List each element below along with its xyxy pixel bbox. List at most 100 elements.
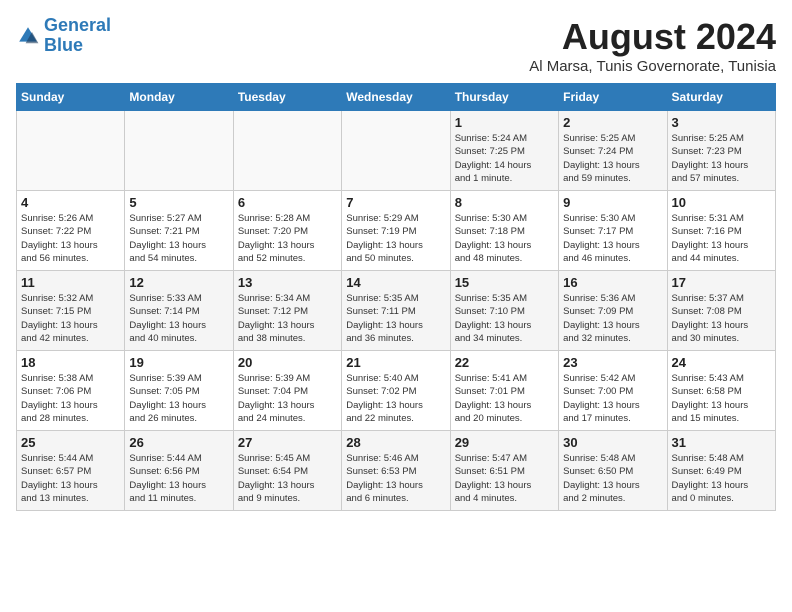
location-subtitle: Al Marsa, Tunis Governorate, Tunisia bbox=[529, 58, 776, 75]
logo-line2: Blue bbox=[44, 35, 83, 55]
calendar-table: SundayMondayTuesdayWednesdayThursdayFrid… bbox=[16, 83, 776, 511]
weekday-header-sunday: Sunday bbox=[17, 84, 125, 111]
day-number: 22 bbox=[455, 355, 554, 370]
title-block: August 2024 Al Marsa, Tunis Governorate,… bbox=[529, 16, 776, 75]
day-number: 12 bbox=[129, 275, 228, 290]
calendar-cell: 3Sunrise: 5:25 AM Sunset: 7:23 PM Daylig… bbox=[667, 111, 775, 191]
calendar-cell: 6 Sunrise: 5:28 AM Sunset: 7:20 PM Daylig… bbox=[233, 191, 341, 271]
day-info: Sunrise: 5:43 AM Sunset: 6:58 PM Dayligh… bbox=[672, 372, 771, 425]
day-info: Sunrise: 5:35 AM Sunset: 7:11 PM Dayligh… bbox=[346, 292, 445, 345]
calendar-cell: 13Sunrise: 5:34 AM Sunset: 7:12 PM Dayli… bbox=[233, 271, 341, 351]
day-number: 3 bbox=[672, 115, 771, 130]
calendar-cell: 18 Sunrise: 5:38 AM Sunset: 7:06 PM Dayli… bbox=[17, 351, 125, 431]
day-info: Sunrise: 5:42 AM Sunset: 7:00 PM Dayligh… bbox=[563, 372, 662, 425]
day-number: 28 bbox=[346, 435, 445, 450]
calendar-cell bbox=[342, 111, 450, 191]
day-number: 26 bbox=[129, 435, 228, 450]
day-number: 20 bbox=[238, 355, 337, 370]
calendar-cell: 16 Sunrise: 5:36 AM Sunset: 7:09 PM Dayli… bbox=[559, 271, 667, 351]
day-number: 15 bbox=[455, 275, 554, 290]
weekday-header-tuesday: Tuesday bbox=[233, 84, 341, 111]
calendar-cell: 11 Sunrise: 5:32 AM Sunset: 7:15 PM Dayli… bbox=[17, 271, 125, 351]
day-info: Sunrise: 5:25 AM Sunset: 7:24 PM Dayligh… bbox=[563, 132, 662, 185]
calendar-cell: 25Sunrise: 5:44 AM Sunset: 6:57 PM Dayli… bbox=[17, 431, 125, 511]
calendar-cell: 10 Sunrise: 5:31 AM Sunset: 7:16 PM Dayli… bbox=[667, 191, 775, 271]
calendar-cell: 26 Sunrise: 5:44 AM Sunset: 6:56 PM Dayli… bbox=[125, 431, 233, 511]
day-number: 19 bbox=[129, 355, 228, 370]
calendar-cell bbox=[17, 111, 125, 191]
calendar-cell: 24Sunrise: 5:43 AM Sunset: 6:58 PM Dayli… bbox=[667, 351, 775, 431]
day-number: 16 bbox=[563, 275, 662, 290]
calendar-cell: 23Sunrise: 5:42 AM Sunset: 7:00 PM Dayli… bbox=[559, 351, 667, 431]
weekday-header-row: SundayMondayTuesdayWednesdayThursdayFrid… bbox=[17, 84, 776, 111]
day-info: Sunrise: 5:40 AM Sunset: 7:02 PM Dayligh… bbox=[346, 372, 445, 425]
day-number: 1 bbox=[455, 115, 554, 130]
calendar-cell: 28 Sunrise: 5:46 AM Sunset: 6:53 PM Dayli… bbox=[342, 431, 450, 511]
logo-text: General Blue bbox=[44, 16, 111, 56]
day-info: Sunrise: 5:46 AM Sunset: 6:53 PM Dayligh… bbox=[346, 452, 445, 505]
day-info: Sunrise: 5:48 AM Sunset: 6:49 PM Dayligh… bbox=[672, 452, 771, 505]
weekday-header-friday: Friday bbox=[559, 84, 667, 111]
day-number: 2 bbox=[563, 115, 662, 130]
logo: General Blue bbox=[16, 16, 111, 56]
day-number: 8 bbox=[455, 195, 554, 210]
day-info: Sunrise: 5:44 AM Sunset: 6:56 PM Dayligh… bbox=[129, 452, 228, 505]
day-info: Sunrise: 5:45 AM Sunset: 6:54 PM Dayligh… bbox=[238, 452, 337, 505]
calendar-cell: 29Sunrise: 5:47 AM Sunset: 6:51 PM Dayli… bbox=[450, 431, 558, 511]
day-number: 30 bbox=[563, 435, 662, 450]
calendar-cell: 12 Sunrise: 5:33 AM Sunset: 7:14 PM Dayli… bbox=[125, 271, 233, 351]
day-info: Sunrise: 5:38 AM Sunset: 7:06 PM Dayligh… bbox=[21, 372, 120, 425]
calendar-cell: 20Sunrise: 5:39 AM Sunset: 7:04 PM Dayli… bbox=[233, 351, 341, 431]
day-info: Sunrise: 5:30 AM Sunset: 7:17 PM Dayligh… bbox=[563, 212, 662, 265]
weekday-header-saturday: Saturday bbox=[667, 84, 775, 111]
day-info: Sunrise: 5:37 AM Sunset: 7:08 PM Dayligh… bbox=[672, 292, 771, 345]
day-info: Sunrise: 5:47 AM Sunset: 6:51 PM Dayligh… bbox=[455, 452, 554, 505]
day-info: Sunrise: 5:34 AM Sunset: 7:12 PM Dayligh… bbox=[238, 292, 337, 345]
calendar-week-row: 11 Sunrise: 5:32 AM Sunset: 7:15 PM Dayli… bbox=[17, 271, 776, 351]
calendar-cell: 30 Sunrise: 5:48 AM Sunset: 6:50 PM Dayli… bbox=[559, 431, 667, 511]
calendar-cell: 21 Sunrise: 5:40 AM Sunset: 7:02 PM Dayli… bbox=[342, 351, 450, 431]
weekday-header-thursday: Thursday bbox=[450, 84, 558, 111]
day-info: Sunrise: 5:27 AM Sunset: 7:21 PM Dayligh… bbox=[129, 212, 228, 265]
calendar-cell: 8 Sunrise: 5:30 AM Sunset: 7:18 PM Daylig… bbox=[450, 191, 558, 271]
day-info: Sunrise: 5:28 AM Sunset: 7:20 PM Dayligh… bbox=[238, 212, 337, 265]
day-info: Sunrise: 5:26 AM Sunset: 7:22 PM Dayligh… bbox=[21, 212, 120, 265]
day-number: 21 bbox=[346, 355, 445, 370]
day-info: Sunrise: 5:35 AM Sunset: 7:10 PM Dayligh… bbox=[455, 292, 554, 345]
calendar-cell bbox=[233, 111, 341, 191]
day-info: Sunrise: 5:44 AM Sunset: 6:57 PM Dayligh… bbox=[21, 452, 120, 505]
day-number: 31 bbox=[672, 435, 771, 450]
day-info: Sunrise: 5:32 AM Sunset: 7:15 PM Dayligh… bbox=[21, 292, 120, 345]
day-info: Sunrise: 5:29 AM Sunset: 7:19 PM Dayligh… bbox=[346, 212, 445, 265]
calendar-cell: 31 Sunrise: 5:48 AM Sunset: 6:49 PM Dayli… bbox=[667, 431, 775, 511]
calendar-cell: 9Sunrise: 5:30 AM Sunset: 7:17 PM Daylig… bbox=[559, 191, 667, 271]
calendar-week-row: 25Sunrise: 5:44 AM Sunset: 6:57 PM Dayli… bbox=[17, 431, 776, 511]
day-number: 4 bbox=[21, 195, 120, 210]
calendar-cell: 5Sunrise: 5:27 AM Sunset: 7:21 PM Daylig… bbox=[125, 191, 233, 271]
calendar-cell: 17 Sunrise: 5:37 AM Sunset: 7:08 PM Dayli… bbox=[667, 271, 775, 351]
weekday-header-monday: Monday bbox=[125, 84, 233, 111]
day-number: 10 bbox=[672, 195, 771, 210]
calendar-cell: 19Sunrise: 5:39 AM Sunset: 7:05 PM Dayli… bbox=[125, 351, 233, 431]
day-number: 11 bbox=[21, 275, 120, 290]
page-header: General Blue August 2024 Al Marsa, Tunis… bbox=[16, 16, 776, 75]
day-number: 6 bbox=[238, 195, 337, 210]
calendar-cell: 4 Sunrise: 5:26 AM Sunset: 7:22 PM Daylig… bbox=[17, 191, 125, 271]
day-number: 14 bbox=[346, 275, 445, 290]
day-info: Sunrise: 5:30 AM Sunset: 7:18 PM Dayligh… bbox=[455, 212, 554, 265]
calendar-cell: 15 Sunrise: 5:35 AM Sunset: 7:10 PM Dayli… bbox=[450, 271, 558, 351]
logo-icon bbox=[16, 24, 40, 48]
calendar-cell: 22 Sunrise: 5:41 AM Sunset: 7:01 PM Dayli… bbox=[450, 351, 558, 431]
day-info: Sunrise: 5:48 AM Sunset: 6:50 PM Dayligh… bbox=[563, 452, 662, 505]
day-number: 7 bbox=[346, 195, 445, 210]
day-info: Sunrise: 5:41 AM Sunset: 7:01 PM Dayligh… bbox=[455, 372, 554, 425]
day-info: Sunrise: 5:31 AM Sunset: 7:16 PM Dayligh… bbox=[672, 212, 771, 265]
calendar-cell: 2 Sunrise: 5:25 AM Sunset: 7:24 PM Daylig… bbox=[559, 111, 667, 191]
day-info: Sunrise: 5:24 AM Sunset: 7:25 PM Dayligh… bbox=[455, 132, 554, 185]
day-info: Sunrise: 5:36 AM Sunset: 7:09 PM Dayligh… bbox=[563, 292, 662, 345]
day-number: 18 bbox=[21, 355, 120, 370]
day-number: 17 bbox=[672, 275, 771, 290]
calendar-cell: 14 Sunrise: 5:35 AM Sunset: 7:11 PM Dayli… bbox=[342, 271, 450, 351]
day-info: Sunrise: 5:33 AM Sunset: 7:14 PM Dayligh… bbox=[129, 292, 228, 345]
logo-line1: General bbox=[44, 15, 111, 35]
